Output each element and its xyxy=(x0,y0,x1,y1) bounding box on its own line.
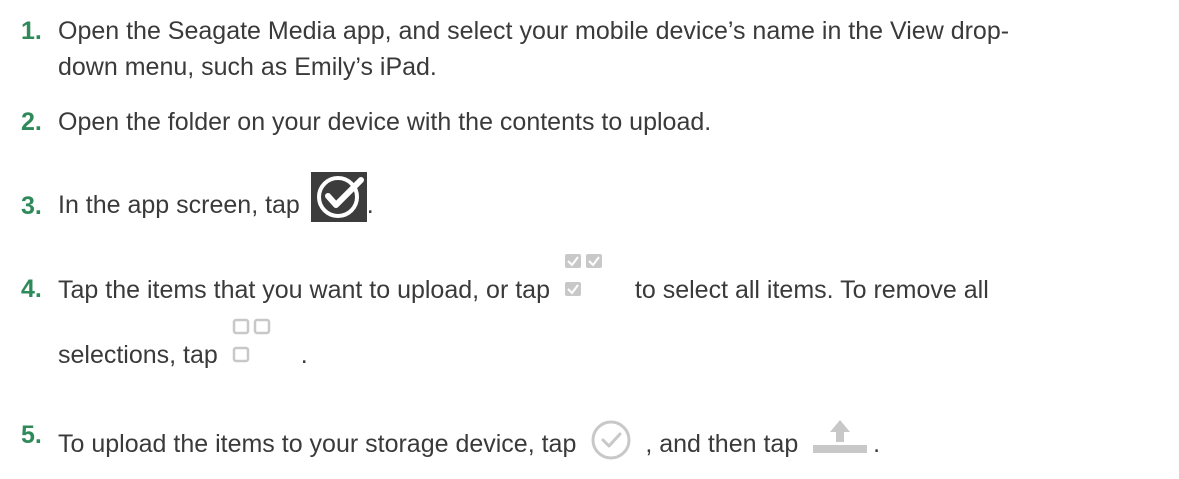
select-all-icon xyxy=(563,252,613,304)
check-badge-icon xyxy=(310,172,367,222)
step-text-continued: down menu, such as Emily’s iPad. xyxy=(58,53,437,81)
step-number: 3. xyxy=(21,192,42,220)
upload-icon xyxy=(811,418,869,456)
step-number: 1. xyxy=(21,17,42,45)
step-text-line2: selections, tap xyxy=(58,341,218,369)
step-text: Open the Seagate Media app, and select y… xyxy=(58,17,1010,45)
circle-check-icon xyxy=(589,418,633,462)
deselect-all-icon xyxy=(231,317,281,369)
step-number: 2. xyxy=(21,108,42,136)
step-text: Open the folder on your device with the … xyxy=(58,108,712,136)
step-text-period: . xyxy=(873,430,881,458)
step-2: 2. Open the folder on your device with t… xyxy=(21,105,712,139)
step-text: To upload the items to your storage devi… xyxy=(58,430,577,458)
step-text: Tap the items that you want to upload, o… xyxy=(58,276,550,304)
step-text-continued: , and then tap xyxy=(645,430,799,458)
step-4: 4. Tap the items that you want to upload… xyxy=(21,252,989,372)
step-1: 1. Open the Seagate Media app, and selec… xyxy=(21,14,1010,84)
step-5: 5. To upload the items to your storage d… xyxy=(21,418,881,462)
step-number: 4. xyxy=(21,275,42,303)
step-text-continued: to select all items. To remove all xyxy=(634,276,989,304)
step-text-period: . xyxy=(300,341,308,369)
step-text: In the app screen, tap xyxy=(58,191,300,219)
step-text-period: . xyxy=(366,191,374,219)
step-number: 5. xyxy=(21,421,42,449)
step-3: 3. In the app screen, tap . xyxy=(21,172,374,222)
